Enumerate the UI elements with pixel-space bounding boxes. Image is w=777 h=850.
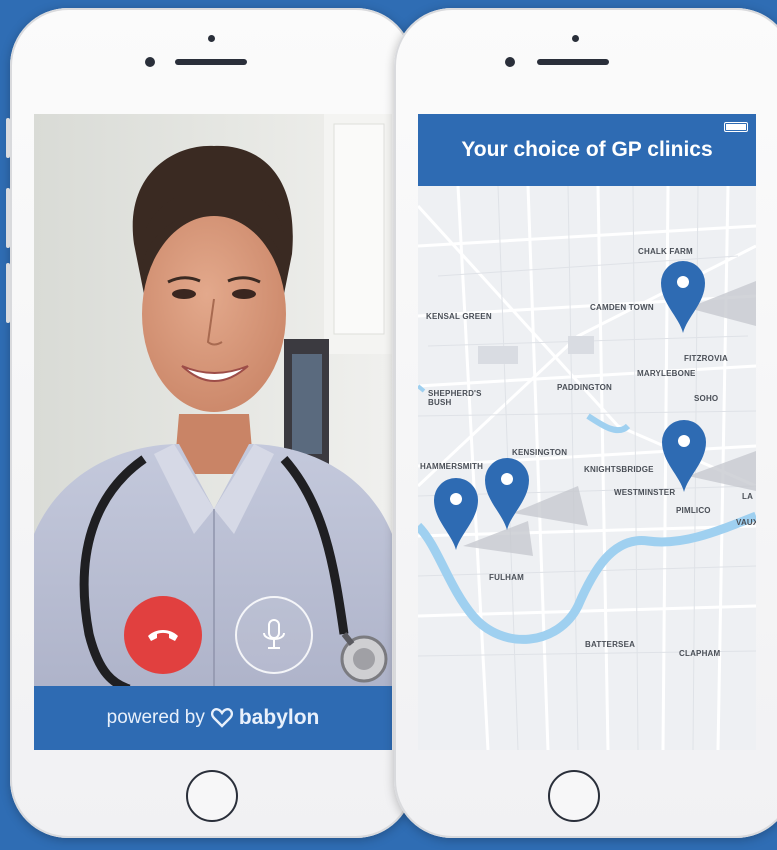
page-title: Your choice of GP clinics: [461, 138, 713, 161]
front-sensor: [208, 35, 215, 42]
map-pin-icon[interactable]: [432, 476, 480, 552]
phone-clinic-map: Your choice of GP clinics CHALK FARM CAM…: [394, 8, 777, 838]
london-map[interactable]: CHALK FARM CAMDEN TOWN KENSAL GREEN FITZ…: [418, 186, 756, 750]
home-button[interactable]: [186, 770, 238, 822]
mute-switch: [6, 118, 10, 158]
battery-icon: [724, 122, 748, 132]
front-sensor: [572, 35, 579, 42]
place-label: FULHAM: [489, 573, 524, 582]
front-camera-icon: [505, 57, 515, 67]
place-label: KNIGHTSBRIDGE: [584, 465, 654, 474]
place-label: CAMDEN TOWN: [590, 303, 654, 312]
clinic-map-screen: Your choice of GP clinics CHALK FARM CAM…: [418, 114, 756, 750]
place-label: VAUX: [736, 518, 756, 527]
place-label: PADDINGTON: [557, 383, 613, 392]
place-label: CLAPHAM: [679, 649, 721, 658]
map-pin-icon[interactable]: [483, 456, 531, 532]
mute-microphone-button[interactable]: [235, 596, 313, 674]
place-label: LA: [742, 492, 754, 501]
heart-logo-icon: [210, 708, 233, 728]
map-pin-icon[interactable]: [659, 259, 707, 335]
powered-by-text: powered by: [106, 707, 205, 728]
phone-hangup-icon: [148, 630, 178, 641]
earpiece-speaker: [175, 59, 247, 65]
place-label: BATTERSEA: [585, 640, 636, 649]
powered-by-footer: powered by babylon: [34, 686, 392, 750]
volume-down-button: [6, 263, 10, 323]
map-pin-icon[interactable]: [660, 418, 708, 494]
place-label: FITZROVIA: [684, 354, 729, 363]
place-label: MARYLEBONE: [637, 369, 696, 378]
place-label: HAMMERSMITH: [420, 462, 484, 471]
place-label: SOHO: [694, 394, 719, 403]
phone-video-call: powered by babylon: [6, 8, 414, 838]
earpiece-speaker: [537, 59, 609, 65]
place-label: KENSAL GREEN: [426, 312, 492, 321]
doctor-video-feed: [34, 114, 392, 750]
place-label: PIMLICO: [676, 506, 711, 515]
microphone-icon: [263, 619, 285, 649]
place-label: CHALK FARM: [638, 247, 693, 256]
volume-up-button: [6, 188, 10, 248]
map-header: Your choice of GP clinics: [418, 114, 756, 186]
place-label: SHEPHERD'S BUSH: [428, 389, 482, 407]
video-call-screen: powered by babylon: [34, 114, 392, 750]
home-button[interactable]: [548, 770, 600, 822]
front-camera-icon: [145, 57, 155, 67]
babylon-logo-text: babylon: [238, 706, 320, 729]
end-call-button[interactable]: [124, 596, 202, 674]
